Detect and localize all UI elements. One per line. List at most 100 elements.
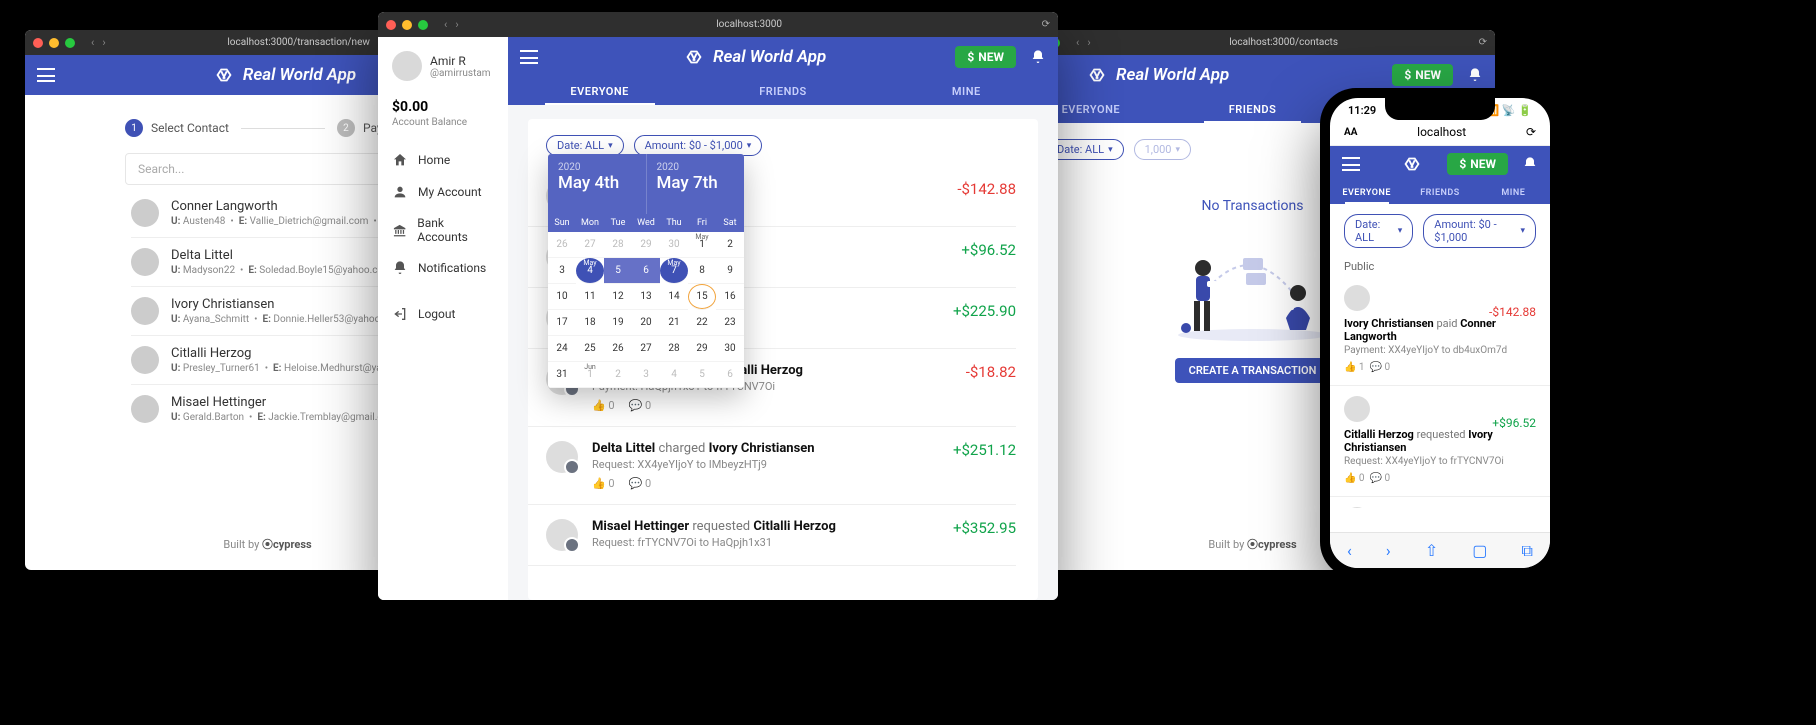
nav-fwd-icon[interactable]: › (455, 18, 458, 31)
date-filter-pill[interactable]: Date: ALL▾ (546, 135, 624, 156)
cal-day[interactable]: 27 (632, 336, 660, 362)
new-button[interactable]: $ NEW (1447, 153, 1508, 175)
cal-day[interactable]: Jun1 (576, 362, 604, 388)
contact-row[interactable]: Misael Hettinger U: Gerald.Barton • E: J… (131, 385, 410, 433)
like-icon[interactable]: 👍 0 (592, 477, 615, 490)
nav-home[interactable]: Home (392, 144, 494, 176)
create-transaction-button[interactable]: CREATE A TRANSACTION (1175, 358, 1331, 383)
contact-row[interactable]: Ivory Christiansen U: Ayana_Schmitt • E:… (131, 287, 410, 336)
new-button[interactable]: $ NEW (955, 46, 1016, 68)
transaction-row[interactable]: Ivory Christiansen paid Conner Langworth… (1330, 275, 1550, 386)
cal-day[interactable]: 4 (660, 362, 688, 388)
cal-day[interactable]: 3 (632, 362, 660, 388)
tab-friends[interactable]: FRIENDS (1172, 95, 1334, 123)
cal-day[interactable]: 20 (632, 310, 660, 336)
bookmarks-icon[interactable]: ▢ (1472, 541, 1487, 560)
like-icon[interactable]: 👍 0 (592, 399, 615, 412)
like-icon[interactable]: 👍 0 (1344, 473, 1365, 484)
url-bar[interactable]: localhost:3000/contacts (1095, 37, 1473, 48)
menu-icon[interactable] (520, 50, 538, 64)
cal-day[interactable]: 28 (660, 336, 688, 362)
cal-day[interactable]: 6 (716, 362, 744, 388)
cal-day[interactable]: 26 (548, 232, 576, 258)
cal-day[interactable]: 22 (688, 310, 716, 336)
nav-back-icon[interactable]: ‹ (444, 18, 447, 31)
cal-day[interactable]: 29 (632, 232, 660, 258)
menu-icon[interactable] (37, 68, 55, 82)
tab-friends[interactable]: FRIENDS (1403, 182, 1476, 204)
share-icon[interactable]: ⇧ (1425, 541, 1438, 560)
cal-day[interactable]: 23 (716, 310, 744, 336)
cal-day[interactable]: 5 (688, 362, 716, 388)
cal-day[interactable]: 15 (688, 284, 716, 310)
amount-filter-pill[interactable]: Amount: $0 - $1,000▾ (1423, 214, 1536, 248)
cal-day[interactable]: 11 (576, 284, 604, 310)
text-size-icon[interactable]: AA (1344, 127, 1357, 138)
nav-back-icon[interactable]: ‹ (1076, 36, 1079, 49)
comment-icon[interactable]: 💬 0 (629, 477, 652, 490)
menu-icon[interactable] (1342, 157, 1360, 171)
cal-day[interactable]: May1 (688, 232, 716, 258)
tab-mine[interactable]: MINE (1477, 182, 1550, 204)
url-bar[interactable]: localhost:3000 (463, 19, 1036, 30)
search-input[interactable]: Search... (125, 153, 410, 185)
transaction-row[interactable]: Misael Hettinger requested Citlalli Herz… (528, 505, 1016, 566)
cal-day[interactable]: 3 (548, 258, 576, 284)
contact-row[interactable]: Citlalli Herzog U: Presley_Turner61 • E:… (131, 336, 410, 385)
close-dot[interactable] (33, 38, 43, 48)
nav-logout[interactable]: Logout (392, 298, 494, 330)
safari-url-bar[interactable]: AA localhost ⟳ (1330, 119, 1550, 146)
avatar[interactable] (392, 51, 422, 81)
like-icon[interactable]: 👍 1 (1344, 362, 1365, 373)
amount-filter-pill[interactable]: Amount: $0 - $1,000▾ (634, 135, 763, 156)
cal-day[interactable]: 2 (716, 232, 744, 258)
comment-icon[interactable]: 💬 0 (1370, 473, 1391, 484)
cal-day[interactable]: 8 (688, 258, 716, 284)
nav-back-icon[interactable]: ‹ (91, 36, 94, 49)
cal-day[interactable]: 12 (604, 284, 632, 310)
cal-day[interactable]: 27 (576, 232, 604, 258)
tab-everyone[interactable]: EVERYONE (508, 77, 691, 105)
cal-day[interactable]: 13 (632, 284, 660, 310)
close-dot[interactable] (386, 20, 396, 30)
cal-day[interactable]: 21 (660, 310, 688, 336)
cal-day[interactable]: 31 (548, 362, 576, 388)
reload-icon[interactable]: ⟳ (1526, 125, 1536, 139)
avatar[interactable] (1344, 507, 1370, 508)
bell-icon[interactable] (1467, 67, 1483, 83)
tabs-icon[interactable]: ⧉ (1522, 541, 1533, 561)
forward-icon[interactable]: › (1386, 541, 1391, 560)
cal-day[interactable]: 18 (576, 310, 604, 336)
min-dot[interactable] (49, 38, 59, 48)
nav-fwd-icon[interactable]: › (1087, 36, 1090, 49)
max-dot[interactable] (65, 38, 75, 48)
bell-icon[interactable] (1522, 156, 1538, 172)
cal-day[interactable]: 19 (604, 310, 632, 336)
back-icon[interactable]: ‹ (1347, 541, 1352, 560)
cal-day[interactable]: 14 (660, 284, 688, 310)
cal-day[interactable]: 9 (716, 258, 744, 284)
cal-day[interactable]: 10 (548, 284, 576, 310)
reload-icon[interactable]: ⟳ (1042, 19, 1050, 30)
cal-day[interactable]: 29 (688, 336, 716, 362)
nav-notifications[interactable]: Notifications (392, 252, 494, 284)
max-dot[interactable] (418, 20, 428, 30)
contact-row[interactable]: Delta Littel U: Madyson22 • E: Soledad.B… (131, 238, 410, 287)
transaction-row[interactable]: Delta Littel charged Ivory Christiansen … (528, 427, 1016, 505)
min-dot[interactable] (402, 20, 412, 30)
cal-day[interactable]: 30 (716, 336, 744, 362)
cal-day[interactable]: 17 (548, 310, 576, 336)
comment-icon[interactable]: 💬 0 (1370, 362, 1391, 373)
new-button[interactable]: $ NEW (1392, 64, 1453, 86)
cal-day[interactable]: 25 (576, 336, 604, 362)
cal-day[interactable]: May4 (576, 258, 604, 284)
amount-filter-pill[interactable]: 1,000▾ (1134, 139, 1191, 160)
cal-day[interactable]: 6 (632, 258, 660, 284)
cal-day[interactable]: 16 (716, 284, 744, 310)
tab-everyone[interactable]: EVERYONE (1330, 182, 1403, 204)
cal-day[interactable]: 24 (548, 336, 576, 362)
cal-day[interactable]: May7 (660, 258, 688, 284)
contact-row[interactable]: Conner Langworth U: Austen48 • E: Vallie… (131, 189, 410, 238)
nav-bank[interactable]: Bank Accounts (392, 208, 494, 252)
transaction-row[interactable]: Citlalli Herzog requested Ivory Christia… (1330, 386, 1550, 497)
